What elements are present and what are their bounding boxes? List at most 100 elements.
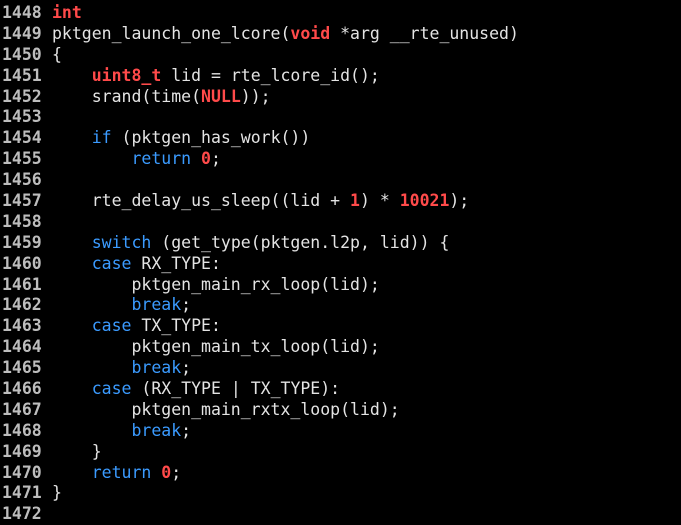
line-number: 1456 (2, 170, 42, 190)
code-token-keyword: switch (91, 232, 152, 252)
code-line[interactable]: 1459 switch (get_type(pktgen.l2p, lid)) … (0, 233, 681, 254)
code-line[interactable]: 1468 break; (0, 421, 681, 442)
code-line[interactable]: 1464 pktgen_main_tx_loop(lid); (0, 337, 681, 358)
code-text[interactable]: if (pktgen_has_work()) (52, 128, 681, 149)
code-text[interactable]: break; (52, 295, 681, 316)
code-token-constant: NULL (201, 86, 241, 106)
code-text[interactable] (52, 107, 681, 128)
code-line[interactable]: 1469 } (0, 442, 681, 463)
code-token-type: void (290, 23, 331, 43)
code-token-plain: *arg __rte_unused) (330, 23, 519, 43)
line-number: 1458 (2, 211, 42, 231)
code-token-plain: { (52, 44, 62, 64)
code-line[interactable]: 1449 pktgen_launch_one_lcore(void *arg __… (0, 24, 681, 45)
code-token-plain: (get_type(pktgen.l2p, lid)) { (151, 232, 450, 252)
code-line[interactable]: 1460 case RX_TYPE: (0, 254, 681, 275)
code-text[interactable]: } (52, 442, 681, 463)
line-number: 1452 (2, 86, 42, 106)
line-number: 1472 (2, 504, 42, 524)
line-number: 1450 (2, 44, 42, 64)
code-token-plain: pktgen_main_rx_loop(lid); (52, 274, 380, 294)
code-line[interactable]: 1450 { (0, 45, 681, 66)
code-line[interactable]: 1451 uint8_t lid = rte_lcore_id(); (0, 66, 681, 87)
code-text[interactable]: case TX_TYPE: (52, 316, 681, 337)
code-line[interactable]: 1458 (0, 212, 681, 233)
code-text[interactable]: break; (52, 358, 681, 379)
code-line[interactable]: 1456 (0, 170, 681, 191)
code-text[interactable]: { (52, 45, 681, 66)
line-number: 1462 (2, 295, 42, 315)
line-number: 1465 (2, 358, 42, 378)
code-token-plain: (RX_TYPE | TX_TYPE): (131, 379, 341, 399)
code-token-keyword: case (91, 253, 132, 273)
code-line[interactable]: 1457 rte_delay_us_sleep((lid + 1) * 1002… (0, 191, 681, 212)
code-text[interactable]: pktgen_main_tx_loop(lid); (52, 337, 681, 358)
code-token-number: 10021 (399, 191, 450, 211)
line-number: 1449 (2, 23, 42, 43)
code-token-plain: ; (171, 462, 182, 482)
code-token-plain: } (52, 483, 62, 503)
code-text[interactable] (52, 504, 681, 525)
code-token-keyword: break (131, 420, 182, 440)
code-line[interactable]: 1462 break; (0, 295, 681, 316)
code-token-plain: )); (240, 86, 271, 106)
code-line[interactable]: 1452 srand(time(NULL)); (0, 87, 681, 108)
code-text[interactable]: break; (52, 421, 681, 442)
code-line[interactable]: 1453 (0, 107, 681, 128)
code-token-plain: rte_delay_us_sleep((lid + (52, 191, 351, 211)
code-line[interactable]: 1467 pktgen_main_rxtx_loop(lid); (0, 400, 681, 421)
line-number: 1463 (2, 316, 42, 336)
line-number: 1453 (2, 107, 42, 127)
code-line[interactable]: 1465 break; (0, 358, 681, 379)
code-text[interactable]: case (RX_TYPE | TX_TYPE): (52, 379, 681, 400)
code-editor[interactable]: 1448 int 1449 pktgen_launch_one_lcore(void … (0, 3, 681, 525)
code-text[interactable]: pktgen_launch_one_lcore(void *arg __rte_… (52, 24, 681, 45)
code-token-plain: ; (210, 149, 221, 169)
line-number: 1469 (2, 441, 42, 461)
code-line[interactable]: 1454 if (pktgen_has_work()) (0, 128, 681, 149)
code-line[interactable]: 1471} (0, 483, 681, 504)
code-text[interactable]: int (52, 3, 681, 24)
code-text[interactable]: srand(time(NULL)); (52, 87, 681, 108)
code-token-plain: (pktgen_has_work()) (111, 128, 311, 148)
code-line[interactable]: 1466 case (RX_TYPE | TX_TYPE): (0, 379, 681, 400)
code-text[interactable]: return 0; (52, 463, 681, 484)
code-text[interactable]: pktgen_main_rx_loop(lid); (52, 275, 681, 296)
code-text[interactable]: return 0; (52, 149, 681, 170)
code-token-plain: ); (449, 191, 470, 211)
code-token-keyword: break (131, 358, 182, 378)
line-number: 1468 (2, 420, 42, 440)
code-line[interactable]: 1461 pktgen_main_rx_loop(lid); (0, 275, 681, 296)
code-text[interactable] (52, 170, 681, 191)
code-token-keyword: case (91, 316, 132, 336)
code-token-plain: lid = rte_lcore_id(); (161, 65, 380, 85)
code-text[interactable]: switch (get_type(pktgen.l2p, lid)) { (52, 233, 681, 254)
code-text[interactable]: pktgen_main_rxtx_loop(lid); (52, 400, 681, 421)
code-text[interactable]: uint8_t lid = rte_lcore_id(); (52, 66, 681, 87)
code-text[interactable]: rte_delay_us_sleep((lid + 1) * 10021); (52, 191, 681, 212)
code-text[interactable]: } (52, 483, 681, 504)
code-line[interactable]: 1472 (0, 504, 681, 525)
code-token-number: 0 (201, 149, 211, 169)
code-line[interactable]: 1448 int (0, 3, 681, 24)
code-line[interactable]: 1455 return 0; (0, 149, 681, 170)
code-token-keyword: case (91, 379, 132, 399)
line-number: 1464 (2, 337, 42, 357)
code-text[interactable] (52, 212, 681, 233)
code-text[interactable]: case RX_TYPE: (52, 254, 681, 275)
line-number: 1467 (2, 399, 42, 419)
code-token-plain: TX_TYPE: (131, 316, 221, 336)
code-line[interactable]: 1463 case TX_TYPE: (0, 316, 681, 337)
code-token-number: 1 (350, 191, 360, 211)
code-line[interactable]: 1470 return 0; (0, 463, 681, 484)
